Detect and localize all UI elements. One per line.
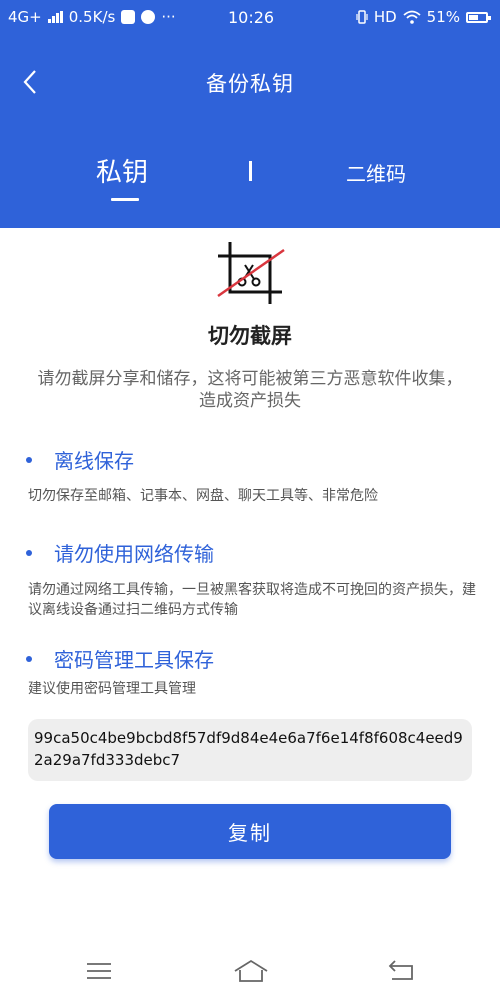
wifi-icon (403, 10, 421, 24)
network-type: 4G+ (8, 8, 42, 26)
active-tab-indicator (111, 198, 139, 201)
bullet-dot (26, 655, 32, 662)
bullet-dot (26, 549, 32, 556)
hd-label: HD (373, 8, 397, 26)
menu-icon[interactable] (84, 958, 114, 984)
signal-icon (47, 11, 63, 23)
private-key-text[interactable]: 99ca50c4be9bcbd8f57df9d84e4e6a7f6e14f8f6… (28, 719, 472, 781)
home-icon[interactable] (233, 958, 269, 984)
warning-description: 请勿截屏分享和储存，这将可能被第三方恶意软件收集，造成资产损失 (37, 369, 463, 411)
section-no-network: 请勿使用网络传输 (26, 538, 214, 567)
tab-divider (249, 161, 252, 181)
copy-button[interactable]: 复制 (49, 804, 451, 859)
network-speed: 0.5K/s (68, 8, 116, 26)
notification-app-icon (121, 10, 136, 24)
vibrate-icon (356, 10, 368, 24)
section-title: 密码管理工具保存 (54, 648, 214, 672)
more-notifications-icon: ··· (161, 8, 176, 26)
section-description: 请勿通过网络工具传输，一旦被黑客获取将造成不可挽回的资产损失，建议离线设备通过扫… (28, 582, 476, 618)
app-header: 4G+ 0.5K/s ··· 10:26 HD 51% 备份私钥 私钥 二维码 (0, 0, 500, 228)
notification-ball-icon (141, 10, 156, 24)
tab-qr-code[interactable]: 二维码 (346, 158, 406, 187)
return-icon[interactable] (387, 958, 417, 984)
section-description: 切勿保存至邮箱、记事本、网盘、聊天工具等、非常危险 (28, 488, 378, 504)
page-title: 备份私钥 (206, 72, 294, 96)
section-offline-save: 离线保存 (26, 445, 134, 474)
status-bar: 4G+ 0.5K/s ··· 10:26 HD 51% (0, 0, 500, 34)
section-description: 建议使用密码管理工具管理 (28, 681, 196, 697)
clock: 10:26 (228, 8, 275, 27)
status-left: 4G+ 0.5K/s ··· (8, 8, 176, 26)
tab-private-key[interactable]: 私钥 (96, 152, 148, 189)
section-title: 请勿使用网络传输 (54, 542, 214, 566)
crop-crossed-icon (217, 242, 285, 304)
battery-icon (466, 11, 491, 23)
battery-percent: 51% (426, 8, 460, 26)
section-title: 离线保存 (54, 449, 134, 473)
bullet-dot (26, 456, 32, 463)
status-right: HD 51% (356, 8, 491, 26)
warning-title: 切勿截屏 (208, 324, 292, 348)
section-password-manager: 密码管理工具保存 (26, 644, 214, 673)
